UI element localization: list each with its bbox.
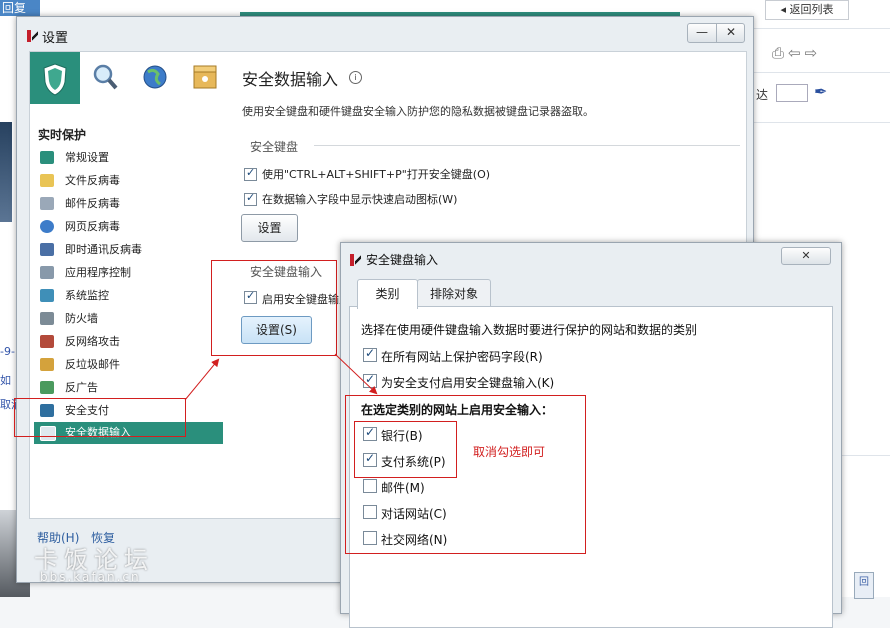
watermark-url: bbs.kafan.cn [40,570,141,584]
annotation-arrows [184,353,378,401]
arrow-to-settings-button [184,358,220,401]
tab-categories[interactable]: 类别 [357,279,418,309]
arrow-to-categories [334,353,378,395]
